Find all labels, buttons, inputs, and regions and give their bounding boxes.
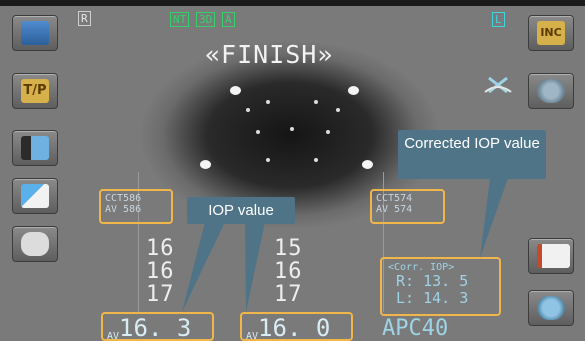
eye-camera-view: T/P INC R NT 3D A L «FINISH» CCT586 AV 5… xyxy=(0,0,585,341)
corrected-iop-callout: Corrected IOP value xyxy=(398,130,546,179)
tonometer-display: T/P INC R NT 3D A L «FINISH» CCT586 AV 5… xyxy=(0,0,585,341)
iop-value-callout: IOP value xyxy=(187,197,295,224)
